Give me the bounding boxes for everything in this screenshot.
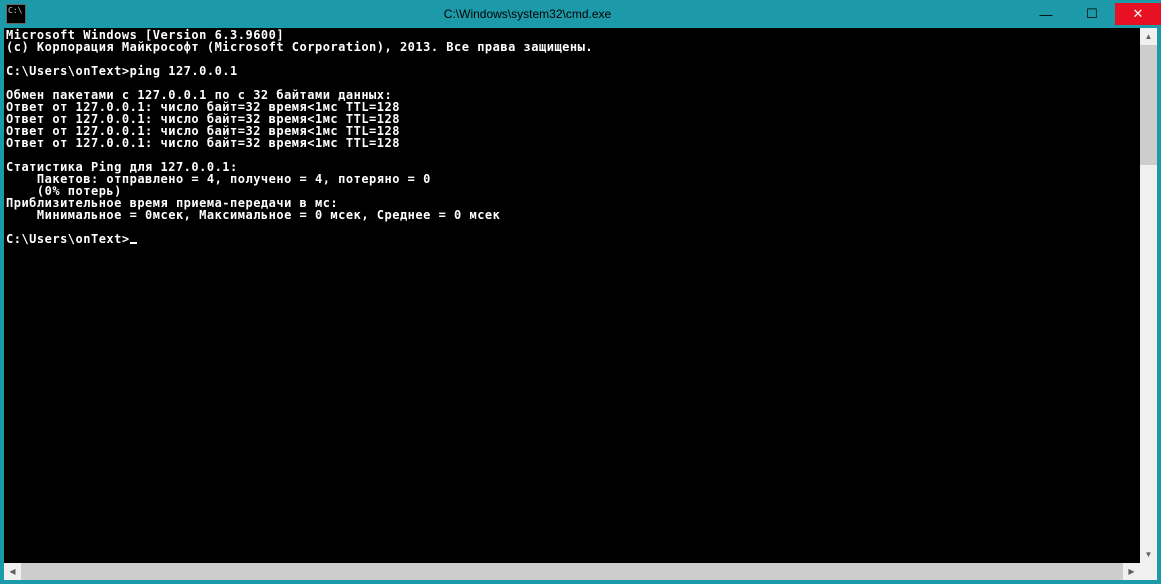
close-button[interactable]: ✕ xyxy=(1115,3,1161,25)
maximize-button[interactable]: ☐ xyxy=(1069,3,1115,25)
client-area: Microsoft Windows [Version 6.3.9600] (c)… xyxy=(4,28,1157,580)
scroll-down-arrow-icon[interactable]: ▼ xyxy=(1140,546,1157,563)
window-buttons: — ☐ ✕ xyxy=(1023,3,1161,25)
scrollbar-corner xyxy=(1140,563,1157,580)
horizontal-scrollbar[interactable]: ◀ ▶ xyxy=(4,563,1157,580)
horizontal-scroll-thumb[interactable] xyxy=(21,563,1123,580)
minimize-button[interactable]: — xyxy=(1023,3,1069,25)
scroll-right-arrow-icon[interactable]: ▶ xyxy=(1123,563,1140,580)
vertical-scroll-thumb[interactable] xyxy=(1140,45,1157,165)
system-menu-icon[interactable] xyxy=(6,4,26,24)
horizontal-scroll-track[interactable] xyxy=(21,563,1123,580)
window-title: C:\Windows\system32\cmd.exe xyxy=(32,7,1023,21)
text-cursor xyxy=(130,242,137,244)
scroll-left-arrow-icon[interactable]: ◀ xyxy=(4,563,21,580)
scroll-wrap: Microsoft Windows [Version 6.3.9600] (c)… xyxy=(4,28,1157,563)
scroll-up-arrow-icon[interactable]: ▲ xyxy=(1140,28,1157,45)
console-output[interactable]: Microsoft Windows [Version 6.3.9600] (c)… xyxy=(4,28,1140,563)
titlebar[interactable]: C:\Windows\system32\cmd.exe — ☐ ✕ xyxy=(0,0,1161,28)
vertical-scrollbar[interactable]: ▲ ▼ xyxy=(1140,28,1157,563)
vertical-scroll-track[interactable] xyxy=(1140,45,1157,546)
cmd-window: C:\Windows\system32\cmd.exe — ☐ ✕ Micros… xyxy=(0,0,1161,584)
